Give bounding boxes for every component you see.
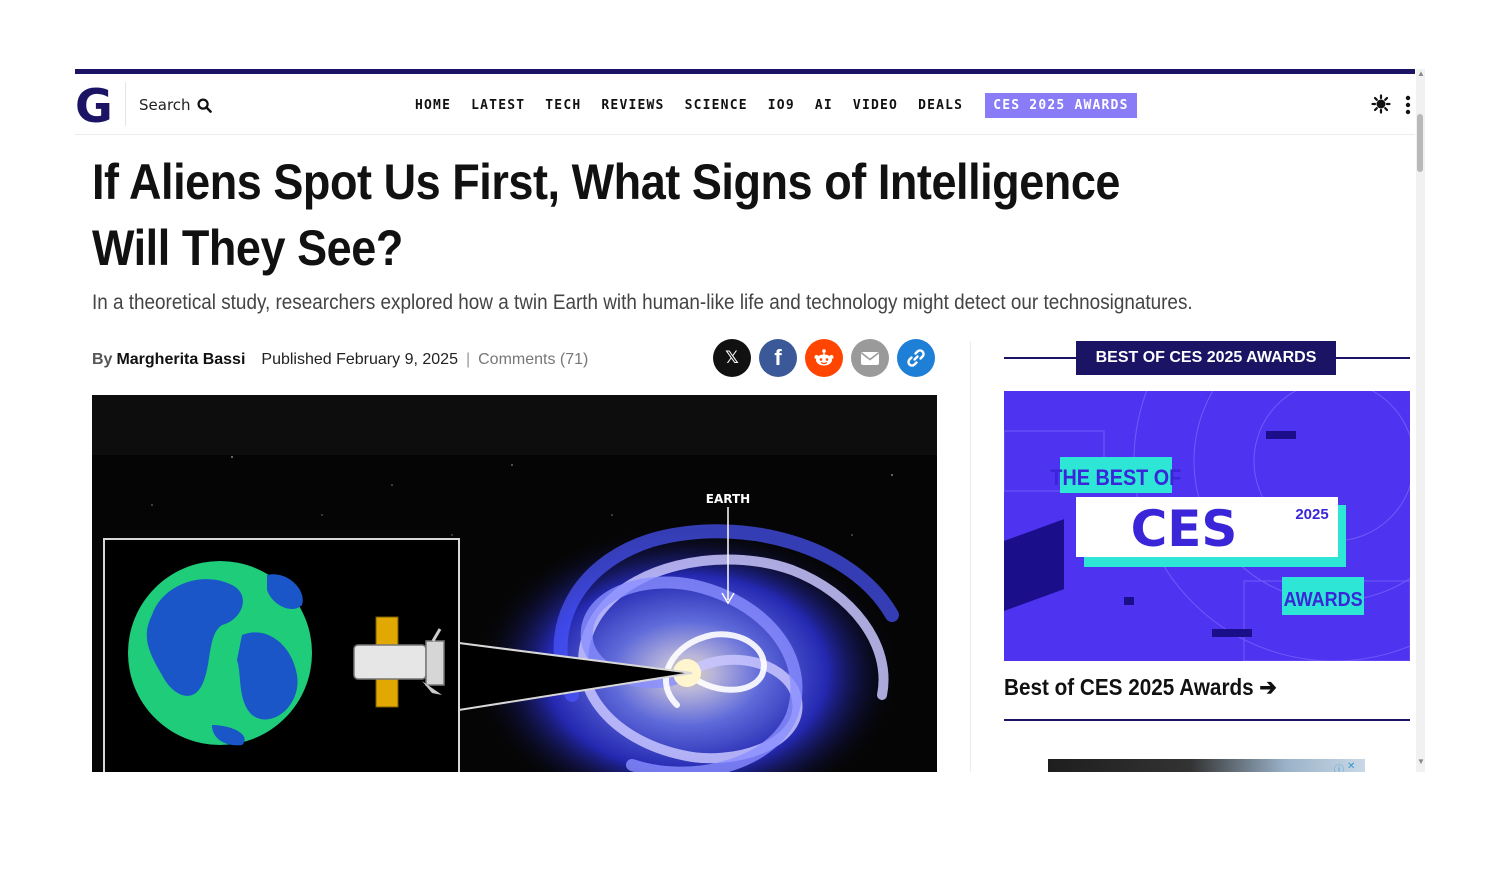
link-icon [907, 349, 925, 367]
byline: By Margherita Bassi Published February 9… [92, 349, 588, 371]
promo-year: 2025 [1295, 506, 1328, 523]
more-menu-icon[interactable] [1405, 95, 1411, 115]
nav-io9[interactable]: IO9 [768, 98, 795, 113]
sidebar-divider [970, 341, 971, 772]
x-icon: 𝕏 [725, 348, 739, 368]
ad-banner[interactable] [1048, 759, 1365, 772]
nav-science[interactable]: SCIENCE [685, 98, 748, 113]
promo-best-of: THE BEST OF [1050, 466, 1181, 490]
nav-reviews[interactable]: REVIEWS [601, 98, 664, 113]
sidebar-section-badge: BEST OF CES 2025 AWARDS [1076, 341, 1336, 375]
nav-home[interactable]: HOME [415, 98, 451, 113]
email-icon [861, 351, 879, 365]
promo-graphic: THE BEST OF CES 2025 AWARDS [1004, 391, 1410, 661]
ad-choices[interactable]: ⓘ ✕ [1334, 761, 1364, 772]
publish-date: Published February 9, 2025 [261, 351, 458, 368]
share-reddit-button[interactable] [805, 339, 843, 377]
nav-ces-awards[interactable]: CES 2025 AWARDS [985, 92, 1137, 118]
article-dek: In a theoretical study, researchers expl… [92, 291, 1193, 314]
promo-awards: AWARDS [1284, 589, 1363, 611]
site-logo[interactable]: G [75, 83, 115, 129]
copy-link-button[interactable] [897, 339, 935, 377]
theme-toggle-icon[interactable] [1371, 94, 1391, 114]
nav-video[interactable]: VIDEO [853, 98, 898, 113]
header-divider [125, 82, 126, 126]
scroll-down-arrow-icon[interactable]: ▼ [1417, 757, 1425, 767]
nav-latest[interactable]: LATEST [471, 98, 525, 113]
scroll-up-arrow-icon[interactable]: ▲ [1417, 69, 1425, 79]
nav-deals[interactable]: DEALS [918, 98, 963, 113]
search-label: Search [139, 96, 191, 114]
share-facebook-button[interactable]: f [759, 339, 797, 377]
scrollbar-track[interactable] [1416, 69, 1425, 772]
promo-ces: CES [1131, 500, 1238, 558]
byline-separator: | [465, 351, 471, 368]
share-x-button[interactable]: 𝕏 [713, 339, 751, 377]
nav-tech[interactable]: TECH [545, 98, 581, 113]
facebook-icon: f [774, 345, 782, 370]
search-icon [197, 97, 212, 113]
site-header: G Search HOME LATEST TECH REVIEWS SCIENC… [75, 74, 1415, 135]
galaxy-illustration: EARTH [92, 395, 937, 772]
share-buttons: 𝕏 f [713, 339, 935, 379]
earth-globe [128, 561, 312, 746]
article-title: If Aliens Spot Us First, What Signs of I… [92, 154, 1120, 276]
comments-link[interactable]: Comments (71) [478, 351, 588, 369]
author-link[interactable]: Margherita Bassi [116, 351, 245, 369]
promo-bottom-rule [1004, 719, 1410, 721]
reddit-icon [814, 349, 834, 366]
hero-image: EARTH [92, 395, 937, 772]
earth-label: EARTH [706, 492, 750, 506]
ad-close-icon[interactable]: ✕ [1347, 761, 1355, 772]
main-nav: HOME LATEST TECH REVIEWS SCIENCE IO9 AI … [415, 91, 1137, 119]
ces-awards-promo[interactable]: THE BEST OF CES 2025 AWARDS [1004, 391, 1410, 661]
search-button[interactable]: Search [139, 94, 212, 116]
spiral-galaxy [472, 523, 902, 772]
share-email-button[interactable] [851, 339, 889, 377]
nav-ai[interactable]: AI [815, 98, 833, 113]
ad-info-icon[interactable]: ⓘ [1334, 761, 1344, 772]
browser-viewport: G Search HOME LATEST TECH REVIEWS SCIENC… [75, 69, 1425, 772]
scrollbar-thumb[interactable] [1417, 114, 1423, 172]
byline-by: By [92, 351, 113, 368]
ces-awards-link[interactable]: Best of CES 2025 Awards ➔ [1004, 674, 1277, 701]
